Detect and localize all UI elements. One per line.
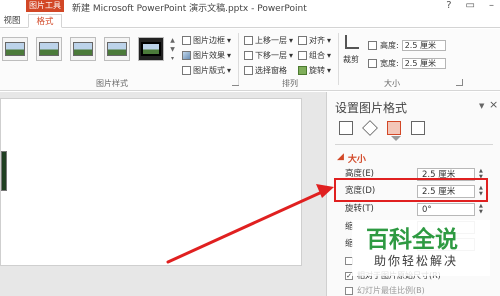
group-label-picture-styles: 图片样式 bbox=[96, 79, 128, 88]
picture-tools-context-tab[interactable]: 图片工具 bbox=[26, 0, 64, 12]
send-backward-icon bbox=[244, 50, 253, 60]
picture-effects-icon bbox=[182, 50, 191, 60]
best-scale-checkbox[interactable]: 幻灯片最佳比例(B) bbox=[345, 285, 425, 296]
picture-style-thumb[interactable] bbox=[36, 37, 62, 61]
picture-border-icon bbox=[182, 35, 191, 45]
width-icon bbox=[368, 58, 377, 68]
align-icon bbox=[298, 35, 307, 45]
selected-tab-indicator bbox=[391, 136, 401, 141]
picture-effects-button[interactable]: 图片效果 ▾ bbox=[182, 49, 231, 61]
ribbon-height-field: 高度: 2.5 厘米 bbox=[368, 39, 446, 51]
picture-border-button[interactable]: 图片边框 ▾ bbox=[182, 34, 231, 46]
picture-layout-icon bbox=[182, 65, 191, 75]
selection-pane-button[interactable]: 选择窗格 bbox=[244, 64, 287, 76]
rotate-button[interactable]: 旋转 ▾ bbox=[298, 64, 331, 76]
restore-button[interactable]: ▭ bbox=[466, 0, 475, 11]
rotation-label: 旋转(T) bbox=[345, 204, 374, 214]
ribbon-height-input[interactable]: 2.5 厘米 bbox=[401, 39, 446, 51]
size-section-header[interactable]: ◢ 大小 bbox=[337, 152, 366, 165]
window-controls: ? ▭ – bbox=[446, 0, 494, 11]
help-button[interactable]: ? bbox=[446, 0, 451, 11]
rotation-input[interactable]: 0° bbox=[417, 203, 475, 216]
pane-options-icon[interactable]: ▼ bbox=[479, 102, 484, 110]
rotate-icon bbox=[298, 65, 307, 75]
send-backward-button[interactable]: 下移一层 ▾ bbox=[244, 49, 293, 61]
picture-style-thumb[interactable] bbox=[2, 37, 28, 61]
size-launcher-icon[interactable] bbox=[456, 79, 463, 86]
tab-view[interactable]: 视图 bbox=[0, 14, 24, 28]
bring-forward-icon bbox=[244, 35, 253, 45]
group-label-arrange: 排列 bbox=[282, 79, 298, 88]
watermark-title: 百科全说 bbox=[366, 227, 458, 253]
close-icon[interactable]: × bbox=[489, 98, 498, 111]
highlight-box bbox=[334, 178, 488, 202]
ribbon: ▲ ▼ ▾ 图片边框 ▾ 图片效果 ▾ 图片版式 ▾ 图片样式 上移一层 ▾ 下移一层 ▾ 选… bbox=[0, 29, 500, 91]
rotation-row: 旋转(T) 0° ▲ ▼ bbox=[345, 203, 495, 216]
minimize-button[interactable]: – bbox=[489, 0, 494, 11]
crop-icon[interactable] bbox=[345, 35, 359, 49]
slide-workspace bbox=[0, 92, 326, 296]
group-label-size: 大小 bbox=[384, 79, 400, 88]
picture-style-thumb[interactable] bbox=[104, 37, 130, 61]
fill-line-icon[interactable] bbox=[339, 121, 353, 135]
size-properties-icon[interactable] bbox=[387, 121, 401, 135]
ribbon-tabs: 视图 格式 bbox=[0, 14, 500, 28]
slide-canvas[interactable] bbox=[0, 98, 302, 266]
collapse-arrow-icon: ◢ bbox=[337, 152, 344, 162]
picture-icon[interactable] bbox=[411, 121, 425, 135]
watermark-subtitle: 助你轻松解决 bbox=[374, 254, 459, 268]
height-icon bbox=[368, 40, 377, 50]
group-icon bbox=[298, 50, 307, 60]
selected-picture[interactable] bbox=[1, 151, 7, 191]
pane-title: 设置图片格式 bbox=[335, 101, 408, 115]
ribbon-width-field: 宽度: 2.5 厘米 bbox=[368, 57, 446, 69]
document-title: 新建 Microsoft PowerPoint 演示文稿.pptx - Powe… bbox=[72, 4, 307, 14]
picture-style-thumb[interactable] bbox=[70, 37, 96, 61]
watermark: 百科全说 助你轻松解决 bbox=[352, 220, 490, 276]
bring-forward-button[interactable]: 上移一层 ▾ bbox=[244, 34, 293, 46]
group-button[interactable]: 组合 ▾ bbox=[298, 49, 331, 61]
gallery-scroll[interactable]: ▲ ▼ ▾ bbox=[168, 36, 177, 64]
title-bar: 图片工具 新建 Microsoft PowerPoint 演示文稿.pptx -… bbox=[0, 0, 500, 14]
effects-icon[interactable] bbox=[362, 120, 378, 136]
align-button[interactable]: 对齐 ▾ bbox=[298, 34, 331, 46]
tab-format[interactable]: 格式 bbox=[28, 14, 62, 28]
picture-style-thumb[interactable] bbox=[138, 37, 164, 61]
rotation-spinner[interactable]: ▲ ▼ bbox=[479, 203, 483, 215]
ribbon-width-input[interactable]: 2.5 厘米 bbox=[401, 57, 446, 69]
picture-layout-button[interactable]: 图片版式 ▾ bbox=[182, 64, 231, 76]
crop-button[interactable]: 裁剪 bbox=[343, 53, 359, 65]
selection-pane-icon bbox=[244, 65, 253, 75]
